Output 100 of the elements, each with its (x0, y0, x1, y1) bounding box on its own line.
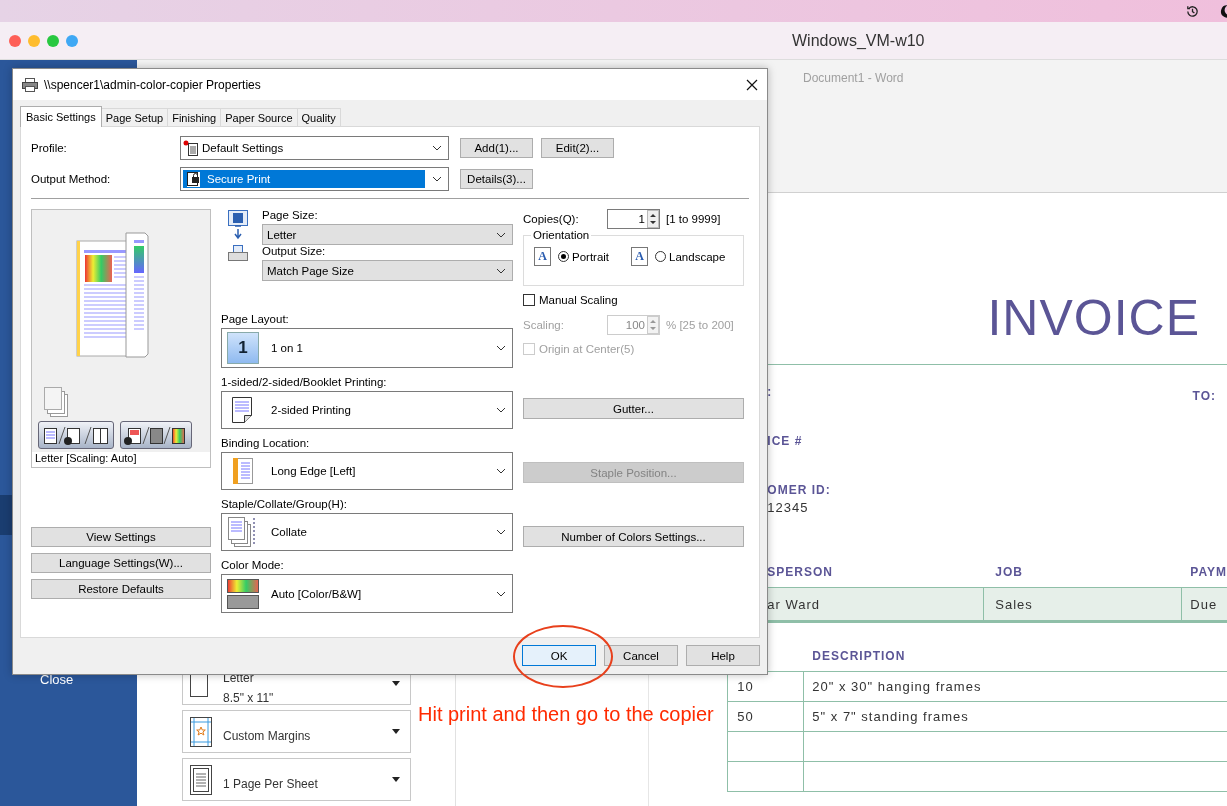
column-header: JOB (994, 565, 1024, 579)
color-mode-icon (227, 578, 259, 609)
field-label: TO: (1192, 389, 1216, 405)
table-cell-text: 5" x 7" standing frames (811, 708, 970, 726)
print-setting-dropdown[interactable]: 1 Page Per Sheet (182, 758, 411, 801)
field-label: Staple/Collate/Group(H): (221, 498, 348, 510)
field-value: 12345 (767, 500, 810, 515)
chevron-icon (496, 468, 506, 474)
window-title: Windows_VM-w10 (792, 32, 925, 50)
chevron-icon (496, 345, 506, 351)
radio-button[interactable] (558, 251, 569, 262)
range-hint: % [25 to 200] (666, 319, 734, 331)
field-label: OMER ID: (767, 483, 831, 497)
spinner-icon (647, 316, 659, 334)
option-button[interactable]: Number of Colors Settings... (523, 526, 744, 547)
range-hint: [1 to 9999] (666, 213, 721, 225)
dialog-button[interactable]: OK (522, 645, 596, 666)
history-icon[interactable] (1185, 3, 1200, 19)
spinner-icon (647, 210, 659, 228)
chevron-icon (496, 529, 506, 535)
field-label: ICE # (767, 434, 804, 448)
settings-button[interactable]: View Settings (31, 527, 211, 547)
profile-button[interactable]: Edit(2)... (541, 138, 614, 158)
table-cell-text: 20" x 30" hanging frames (811, 678, 983, 696)
document-icon (183, 139, 199, 157)
chevron-icon (496, 231, 506, 238)
setting-detail: 8.5" x 11" (223, 691, 274, 705)
radio-label: Portrait (572, 250, 610, 263)
orientation-icon: A (631, 247, 649, 266)
table-cell-text: Due (1189, 596, 1218, 612)
setting-label: Custom Margins (223, 729, 311, 743)
tab[interactable]: Finishing (167, 108, 222, 126)
checkbox-label: Manual Scaling (539, 294, 618, 306)
dialog-title: \\spencer1\admin-color-copier Properties (44, 77, 261, 92)
locked-document-icon (187, 171, 200, 187)
close-icon[interactable] (746, 78, 758, 91)
field-label: Output Size: (262, 245, 327, 257)
option-dropdown[interactable]: 1 1 on 1 (221, 328, 513, 368)
output-size-dropdown[interactable]: Match Page Size (262, 260, 513, 281)
pages-icon (43, 386, 69, 418)
field-label: Profile: (31, 142, 68, 154)
annotation-text: Hit print and then go to the copier (418, 703, 714, 726)
settings-button[interactable]: Restore Defaults (31, 579, 211, 599)
details-button[interactable]: Details(3)... (460, 169, 533, 189)
dialog-button[interactable]: Cancel (604, 645, 678, 666)
radio-label: Landscape (669, 250, 726, 263)
page-size-icon (227, 209, 249, 241)
margins-icon (190, 716, 212, 747)
chevron-icon (496, 407, 506, 413)
field-label: Binding Location: (221, 437, 311, 449)
caret-icon (392, 777, 400, 782)
field-label: Page Size: (262, 209, 319, 221)
chevron-icon (496, 590, 506, 597)
chevron-icon (496, 267, 506, 274)
checkbox[interactable] (523, 294, 535, 306)
option-dropdown[interactable]: Long Edge [Left] (221, 452, 513, 490)
field-label: Page Layout: (221, 313, 290, 325)
output-method-dropdown[interactable]: Secure Print (180, 167, 449, 191)
option-dropdown[interactable]: Collate (221, 513, 513, 551)
printer-icon (22, 77, 38, 92)
printer-icon (227, 245, 249, 263)
field-label: Color Mode: (221, 559, 285, 571)
option-dropdown[interactable]: Auto [Color/B&W] (221, 574, 513, 613)
tab[interactable]: Page Setup (100, 108, 169, 126)
settings-button[interactable]: Language Settings(W)... (31, 553, 211, 573)
column-header: SPERSON (766, 565, 834, 579)
group-title: Orientation (532, 229, 591, 241)
orientation-icon: A (534, 247, 551, 266)
copies-field[interactable]: 1 (607, 209, 660, 229)
field-label: Scaling: (523, 319, 565, 331)
layout-icon: 1 (227, 332, 259, 364)
radio-button[interactable] (655, 251, 667, 262)
tab[interactable]: Paper Source (220, 108, 298, 126)
chevron-icon (432, 176, 442, 182)
document-title: Document1 - Word (803, 71, 905, 85)
page-modes-icon (41, 425, 111, 445)
field-label: 1-sided/2-sided/Booklet Printing: (221, 376, 388, 388)
dialog-button[interactable]: Help (686, 645, 760, 666)
profile-button[interactable]: Add(1)... (460, 138, 533, 158)
print-mode-button[interactable] (38, 421, 114, 449)
column-header: PAYM (1189, 565, 1227, 579)
chevron-icon (432, 145, 442, 151)
print-setting-dropdown[interactable]: Custom Margins (182, 710, 411, 753)
column-header: DESCRIPTION (812, 649, 906, 663)
checkbox-label: Origin at Center(5) (539, 343, 635, 355)
caret-icon (392, 681, 400, 686)
preview-caption: Letter [Scaling: Auto] (32, 452, 210, 467)
setting-label: 1 Page Per Sheet (223, 777, 318, 791)
option-dropdown[interactable]: 2-sided Printing (221, 391, 513, 429)
tab[interactable]: Quality (296, 108, 341, 126)
color-mode-button[interactable] (120, 421, 192, 449)
tab[interactable]: Basic Settings (20, 106, 102, 127)
caret-icon (392, 729, 400, 734)
table-cell: 50 (727, 702, 805, 731)
profile-dropdown[interactable]: Default Settings (180, 136, 449, 160)
field-label: : (767, 385, 774, 399)
option-button[interactable]: Gutter... (523, 398, 744, 419)
page-size-dropdown[interactable]: Letter (262, 224, 513, 245)
sidebar-item[interactable]: Close (0, 672, 137, 687)
field-label: Copies(Q): (523, 213, 580, 225)
